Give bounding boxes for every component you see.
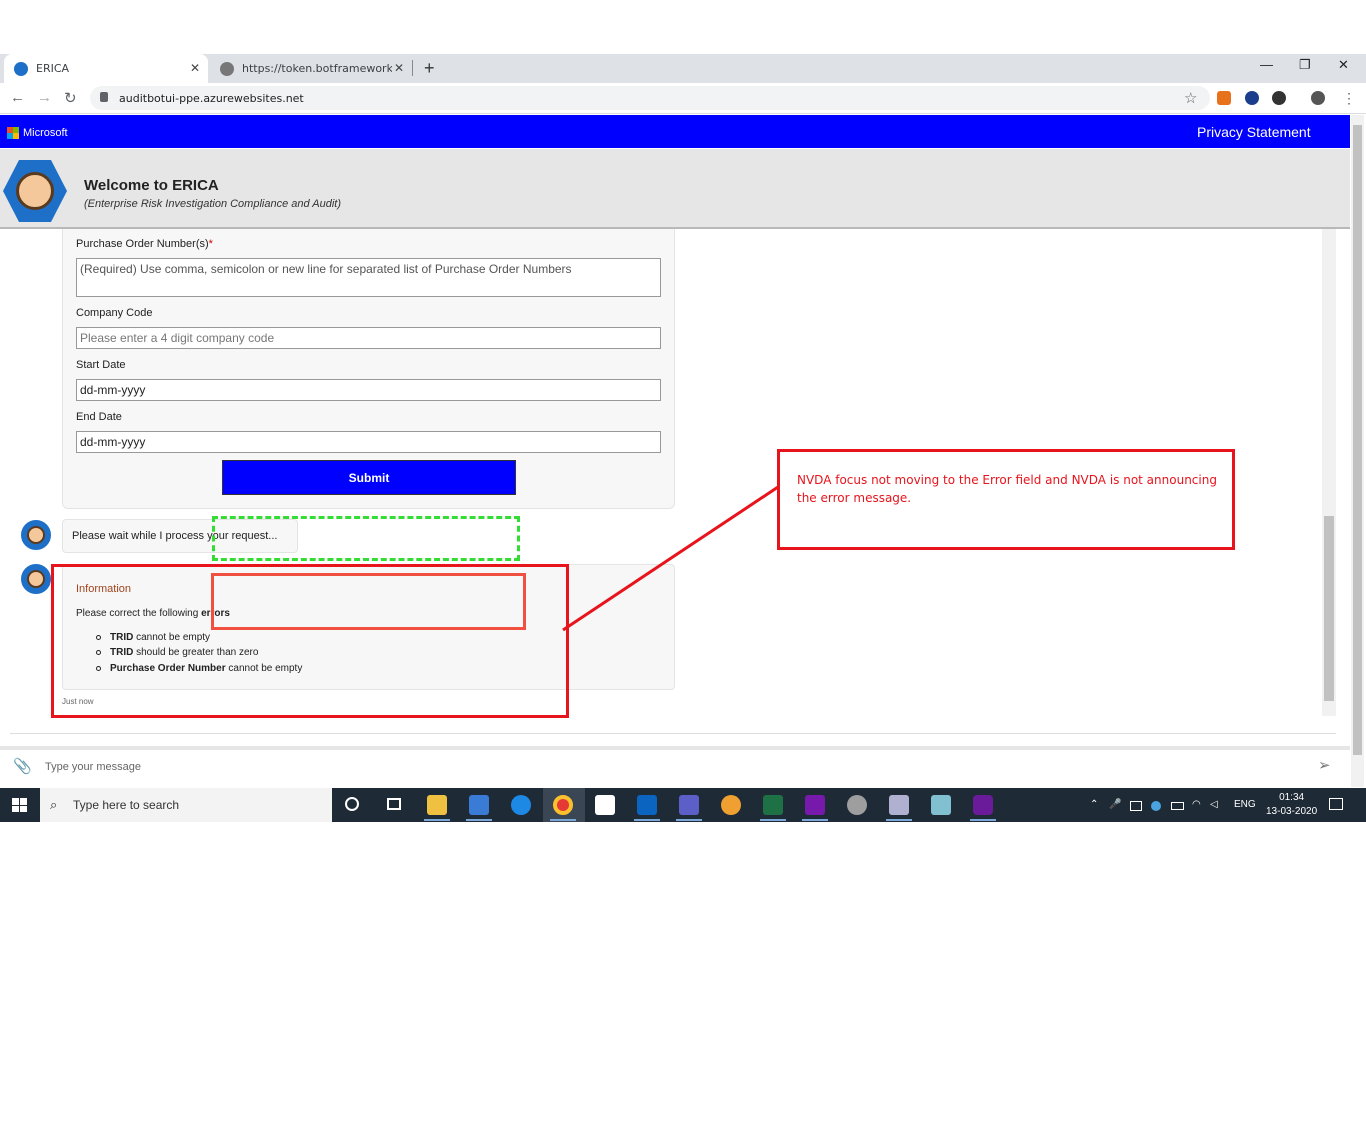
po-number-textarea[interactable]: (Required) Use comma, semicolon or new l…	[76, 258, 661, 297]
privacy-statement-link[interactable]: Privacy Statement	[1197, 124, 1311, 140]
po-label: Purchase Order Number(s)*	[76, 238, 213, 250]
window-close-button[interactable]: ✕	[1338, 57, 1349, 73]
taskbar-search-text[interactable]: Type here to search	[73, 798, 179, 812]
minimize-button[interactable]: —	[1260, 57, 1273, 72]
annotation-text: NVDA focus not moving to the Error field…	[797, 473, 1217, 505]
wifi-icon[interactable]: ◠	[1192, 799, 1201, 810]
required-mark: *	[208, 238, 213, 250]
app-icon[interactable]	[847, 795, 867, 815]
volume-icon[interactable]: ◁	[1210, 799, 1218, 810]
network-globe-icon[interactable]	[1151, 801, 1161, 811]
start-date-label: Start Date	[76, 359, 126, 371]
teams-icon[interactable]	[679, 795, 699, 815]
taskbar-running-indicator	[970, 819, 996, 821]
paint-icon[interactable]	[721, 795, 741, 815]
chat-scrollbar-thumb[interactable]	[1324, 516, 1334, 701]
attach-icon[interactable]: 📎	[13, 757, 32, 775]
nvda-icon[interactable]	[973, 795, 993, 815]
taskbar-running-indicator	[802, 819, 828, 821]
erica-favicon-icon	[14, 61, 28, 76]
dark-mode-extension-icon[interactable]	[1272, 91, 1286, 105]
clock-date: 13-03-2020	[1266, 806, 1318, 817]
system-clock[interactable]: 01:34 13-03-2020	[1266, 791, 1317, 819]
send-icon[interactable]: ➢	[1318, 756, 1331, 774]
device-icon[interactable]	[1130, 801, 1142, 811]
bookmark-star-icon[interactable]: ☆	[1184, 89, 1197, 107]
taskbar-running-indicator	[886, 819, 912, 821]
heart-extension-icon[interactable]	[1245, 91, 1259, 105]
bot-avatar	[19, 518, 53, 552]
page-scrollbar-thumb[interactable]	[1353, 125, 1362, 755]
show-hidden-icons-icon[interactable]: ⌃	[1090, 799, 1098, 810]
snipping-icon[interactable]	[889, 795, 909, 815]
chat-scrollbar[interactable]	[1322, 229, 1336, 716]
microsoft-top-bar	[0, 115, 1350, 148]
language-indicator[interactable]: ENG	[1234, 799, 1256, 810]
windows-start-icon[interactable]	[12, 798, 27, 812]
company-code-input[interactable]: Please enter a 4 digit company code	[76, 327, 661, 349]
close-tab-icon[interactable]: ✕	[190, 61, 200, 75]
microsoft-logo-icon	[7, 127, 19, 139]
bot-avatar	[19, 562, 53, 596]
tab-erica[interactable]: ERICA ✕	[4, 54, 208, 83]
clock-time: 01:34	[1279, 792, 1305, 803]
microsoft-brand-text: Microsoft	[23, 127, 68, 139]
po-label-text: Purchase Order Number(s)	[76, 238, 209, 250]
page-scrollbar[interactable]	[1351, 115, 1364, 787]
notifications-icon[interactable]	[1329, 798, 1343, 810]
focus-highlight-box	[212, 516, 520, 561]
taskbar-running-indicator	[424, 819, 450, 821]
taskbar-running-indicator	[550, 819, 576, 821]
message-composer	[0, 746, 1350, 786]
url-text: auditbotui-ppe.azurewebsites.net	[119, 92, 304, 105]
tab-botframework[interactable]: https://token.botframework.com ✕	[212, 54, 412, 83]
tab-label: https://token.botframework.com	[242, 62, 392, 75]
office-extension-icon[interactable]	[1217, 91, 1231, 105]
end-date-label: End Date	[76, 411, 122, 423]
erica-avatar-face-icon	[16, 172, 54, 210]
company-code-label: Company Code	[76, 307, 153, 319]
battery-icon[interactable]	[1171, 802, 1184, 810]
taskbar-running-indicator	[676, 819, 702, 821]
taskbar-running-indicator	[634, 819, 660, 821]
browser-menu-icon[interactable]: ⋮	[1342, 90, 1356, 107]
submit-button[interactable]: Submit	[222, 460, 516, 495]
annotation-arrow	[562, 485, 779, 632]
outlook-icon[interactable]	[637, 795, 657, 815]
taskbar-running-indicator	[760, 819, 786, 821]
excel-icon[interactable]	[763, 795, 783, 815]
page-title: Welcome to ERICA	[84, 177, 219, 194]
profile-icon[interactable]	[1311, 91, 1325, 105]
chrome-icon[interactable]	[553, 795, 573, 815]
browser-tab-strip: ERICA ✕ https://token.botframework.com ✕	[0, 54, 1366, 83]
error-focus-highlight-box	[211, 573, 526, 630]
file-explorer-icon[interactable]	[427, 795, 447, 815]
composer-divider	[10, 733, 1336, 734]
task-view-icon[interactable]	[387, 798, 401, 810]
close-tab-icon[interactable]: ✕	[394, 61, 404, 75]
search-icon: ⌕	[50, 797, 58, 812]
tab-label: ERICA	[36, 62, 70, 75]
reload-button[interactable]: ↻	[64, 89, 77, 107]
restore-button[interactable]: ❐	[1299, 57, 1311, 73]
globe-icon	[220, 61, 234, 76]
lock-icon	[100, 92, 108, 102]
microphone-icon[interactable]: 🎤	[1109, 799, 1121, 810]
notes-icon[interactable]	[931, 795, 951, 815]
store-icon[interactable]	[469, 795, 489, 815]
message-input[interactable]: Type your message	[45, 761, 141, 773]
cortana-icon[interactable]	[345, 797, 359, 811]
edge-icon[interactable]	[511, 795, 531, 815]
tab-separator	[412, 60, 413, 76]
back-button[interactable]: ←	[10, 89, 25, 106]
new-tab-button[interactable]: +	[424, 58, 435, 79]
start-date-input[interactable]: dd-mm-yyyy	[76, 379, 661, 401]
onenote-icon[interactable]	[805, 795, 825, 815]
page-subtitle: (Enterprise Risk Investigation Complianc…	[84, 198, 341, 210]
mail-icon[interactable]	[595, 795, 615, 815]
taskbar-running-indicator	[466, 819, 492, 821]
end-date-input[interactable]: dd-mm-yyyy	[76, 431, 661, 453]
forward-button[interactable]: →	[37, 89, 52, 106]
